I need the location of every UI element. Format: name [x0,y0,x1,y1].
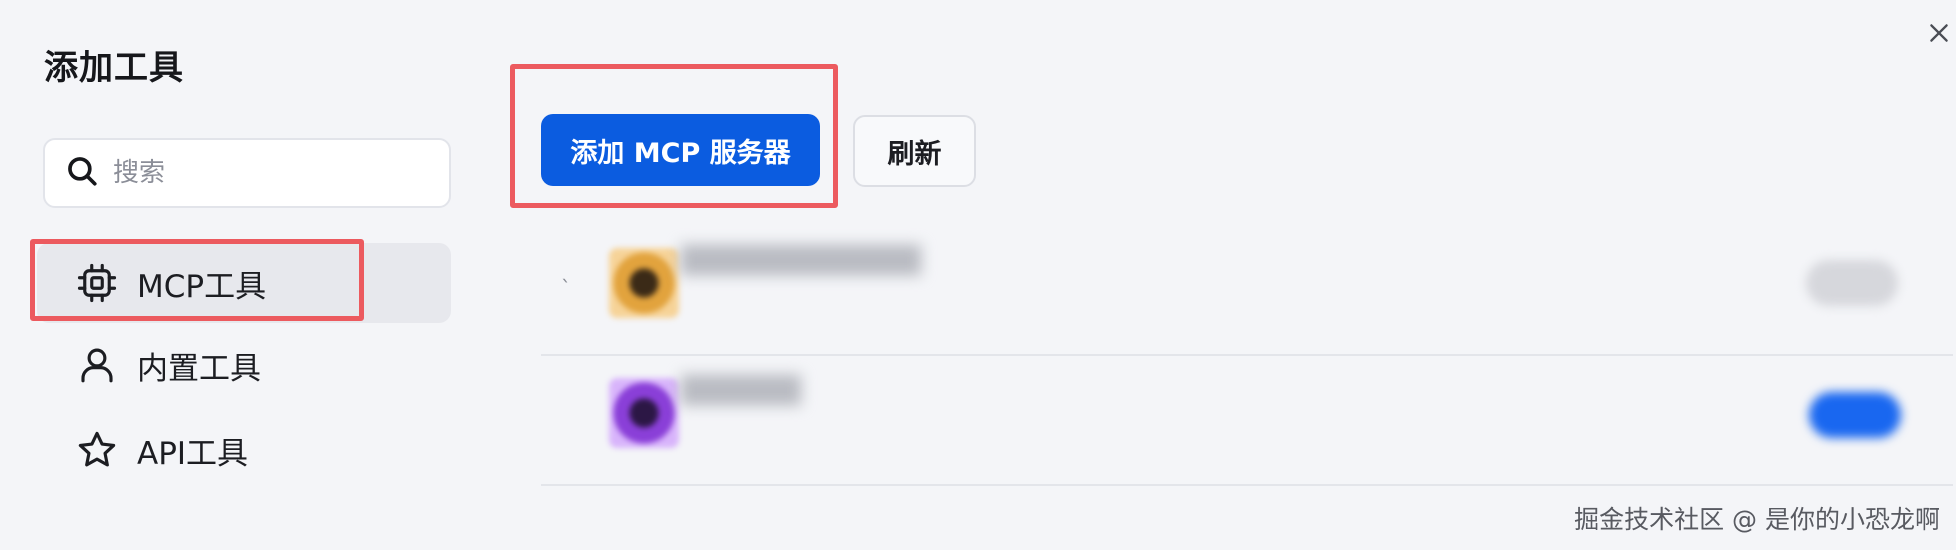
person-icon [75,343,119,387]
sidebar-item-label: 内置工具 [137,350,261,387]
watermark: 掘金技术社区 @ 是你的小恐龙啊 [1574,505,1940,534]
search-icon [65,154,99,192]
sidebar-item-mcp-tools[interactable]: MCP工具 [37,243,451,323]
server-name: ██████ [681,376,801,406]
chip-icon [75,261,119,305]
close-icon [1926,24,1952,50]
refresh-button[interactable]: 刷新 [853,115,976,187]
server-list: ˋ ████████████ ██████ [541,226,1953,486]
server-avatar [609,248,679,318]
server-toggle[interactable] [1806,260,1898,306]
sidebar-item-label: MCP工具 [137,268,267,305]
sidebar-item-builtin-tools[interactable]: 内置工具 [37,325,451,405]
chevron-icon[interactable]: ˋ [561,276,571,300]
search-box[interactable] [43,138,451,208]
server-row[interactable]: ˋ ████████████ [541,226,1953,356]
server-name: ████████████ [681,246,921,276]
server-row[interactable]: ██████ [541,356,1953,486]
server-toggle[interactable] [1809,392,1901,438]
server-avatar [609,378,679,448]
sidebar-item-label: API工具 [137,435,249,472]
close-button[interactable] [1926,20,1952,46]
panel-title: 添加工具 [44,48,184,88]
search-input[interactable] [111,157,435,189]
sidebar-item-api-tools[interactable]: API工具 [37,410,451,490]
add-mcp-server-button[interactable]: 添加 MCP 服务器 [541,114,820,186]
star-icon [75,428,119,472]
